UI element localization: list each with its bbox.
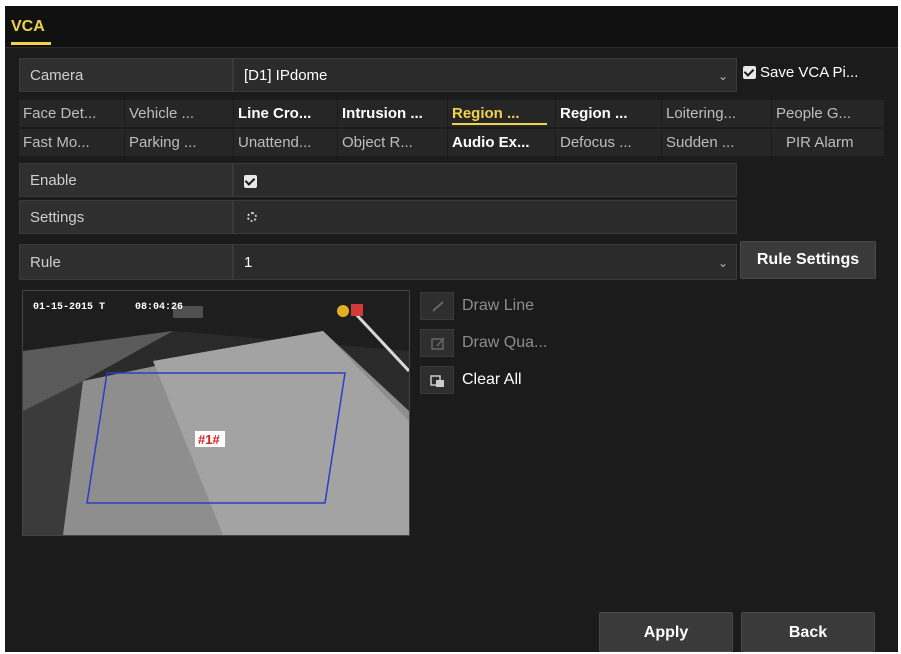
vca-window: VCA Camera [D1] IPdome ⌄ Save VCA Pi... … xyxy=(5,6,898,652)
rule-select[interactable]: 1 ⌄ xyxy=(233,244,737,280)
camera-label: Camera xyxy=(19,58,233,92)
settings-label: Settings xyxy=(19,200,233,234)
enable-field xyxy=(233,163,737,197)
tab-vca[interactable]: VCA xyxy=(11,18,45,36)
gear-icon[interactable] xyxy=(247,212,257,222)
back-button[interactable]: Back xyxy=(741,612,875,652)
vca-type-tabs-row-2: Fast Mo... Parking ... Unattend... Objec… xyxy=(19,129,885,156)
save-vca-label: Save VCA Pi... xyxy=(760,63,859,81)
rule-settings-button[interactable]: Rule Settings xyxy=(740,241,876,279)
tab-parking[interactable]: Parking ... xyxy=(125,129,234,156)
draw-quad-label: Draw Qua... xyxy=(462,334,548,351)
tab-unattended-baggage[interactable]: Unattend... xyxy=(234,129,338,156)
clear-all-label: Clear All xyxy=(462,371,522,388)
camera-scene: #1# 01-15-2015 T 08:04:26 xyxy=(23,291,409,535)
apply-button[interactable]: Apply xyxy=(599,612,733,652)
camera-select-value: [D1] IPdome xyxy=(244,67,328,84)
camera-select[interactable]: [D1] IPdome ⌄ xyxy=(233,58,737,92)
clear-icon xyxy=(420,366,454,394)
draw-line-label: Draw Line xyxy=(462,297,535,314)
settings-field xyxy=(233,200,737,234)
title-bar: VCA xyxy=(5,6,898,48)
tab-region-entrance[interactable]: Region ... xyxy=(448,100,556,127)
enable-checkbox[interactable] xyxy=(244,174,257,188)
tab-audio-exception[interactable]: Audio Ex... xyxy=(448,129,556,156)
osd-date: 01-15-2015 T xyxy=(33,302,105,313)
tab-fast-moving[interactable]: Fast Mo... xyxy=(19,129,125,156)
tab-loitering[interactable]: Loitering... xyxy=(662,100,772,127)
tab-defocus[interactable]: Defocus ... xyxy=(556,129,662,156)
active-tab-underline xyxy=(11,42,51,45)
osd-time: 08:04:26 xyxy=(135,302,183,313)
tab-vehicle-detection[interactable]: Vehicle ... xyxy=(125,100,234,127)
tab-intrusion-detection[interactable]: Intrusion ... xyxy=(338,100,448,127)
pencil-icon xyxy=(420,292,454,320)
tab-object-removal[interactable]: Object R... xyxy=(338,129,448,156)
rule-select-value: 1 xyxy=(244,254,253,271)
tab-pir-alarm[interactable]: PIR Alarm xyxy=(772,129,885,156)
rule-label: Rule xyxy=(19,244,233,280)
video-preview[interactable]: #1# 01-15-2015 T 08:04:26 xyxy=(22,290,410,536)
tab-region-exiting[interactable]: Region ... xyxy=(556,100,662,127)
enable-label: Enable xyxy=(19,163,233,197)
chevron-down-icon: ⌄ xyxy=(717,69,728,83)
tab-sudden-scene-change[interactable]: Sudden ... xyxy=(662,129,772,156)
vca-type-tabs-row-1: Face Det... Vehicle ... Line Cro... Intr… xyxy=(19,100,885,127)
region-label: #1# xyxy=(198,432,220,447)
tab-line-crossing[interactable]: Line Cro... xyxy=(234,100,338,127)
chevron-down-icon: ⌄ xyxy=(717,256,728,270)
checkbox-checked-icon xyxy=(743,65,756,79)
tab-people-gathering[interactable]: People G... xyxy=(772,100,885,127)
save-vca-picture-checkbox[interactable]: Save VCA Pi... xyxy=(743,63,858,81)
tab-face-detection[interactable]: Face Det... xyxy=(19,100,125,127)
edit-quad-icon xyxy=(420,329,454,357)
